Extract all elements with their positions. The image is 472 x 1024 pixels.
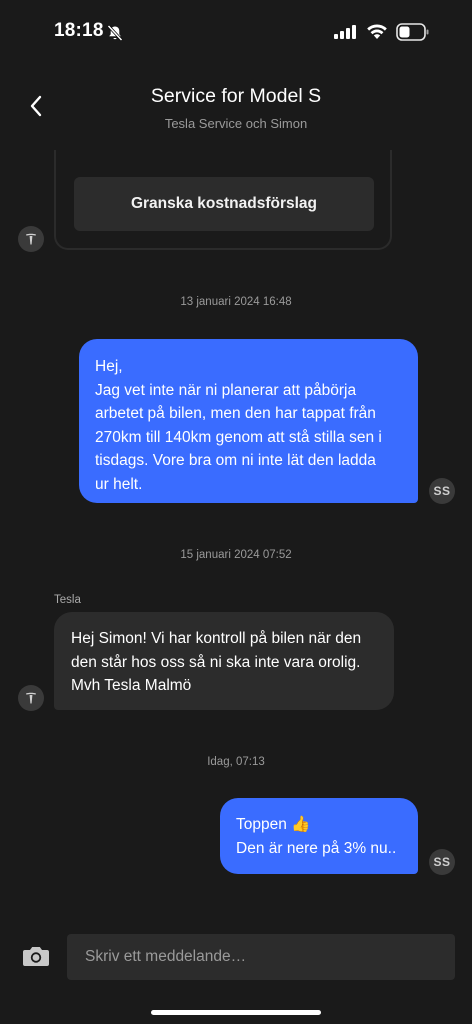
message-text: Hej, Jag vet inte när ni planerar att på… — [95, 358, 382, 493]
message-input[interactable] — [67, 934, 455, 980]
message-text: Toppen 👍 Den är nere på 3% nu.. — [236, 816, 397, 857]
tesla-logo-icon — [26, 233, 36, 245]
camera-icon[interactable] — [22, 944, 50, 968]
incoming-message-bubble: Hej Simon! Vi har kontroll på bilen när … — [54, 612, 394, 710]
message-text: Hej Simon! Vi har kontroll på bilen när … — [71, 630, 362, 694]
tesla-logo-icon — [26, 692, 36, 704]
user-avatar: SS — [429, 478, 455, 504]
date-separator: Idag, 07:13 — [207, 756, 265, 768]
outgoing-message-bubble: Toppen 👍 Den är nere på 3% nu.. — [220, 798, 418, 874]
outgoing-message-bubble: Hej, Jag vet inte när ni planerar att på… — [79, 339, 418, 503]
tesla-avatar — [18, 226, 44, 252]
review-cost-estimate-button[interactable]: Granska kostnadsförslag — [74, 177, 374, 231]
battery-icon — [396, 23, 429, 41]
status-time: 18:18 — [54, 20, 104, 41]
sender-name: Tesla — [54, 594, 81, 606]
home-indicator — [151, 1010, 321, 1015]
bell-muted-icon — [107, 24, 123, 42]
conversation-subtitle: Tesla Service och Simon — [164, 116, 308, 131]
date-separator: 13 januari 2024 16:48 — [180, 296, 292, 308]
tesla-avatar — [18, 685, 44, 711]
date-separator: 15 januari 2024 07:52 — [180, 549, 292, 561]
user-avatar: SS — [429, 849, 455, 875]
conversation-title: Service for Model S — [150, 85, 322, 107]
cellular-signal-icon — [334, 25, 356, 39]
wifi-icon — [367, 24, 387, 39]
status-bar: 18:18 — [0, 0, 472, 62]
